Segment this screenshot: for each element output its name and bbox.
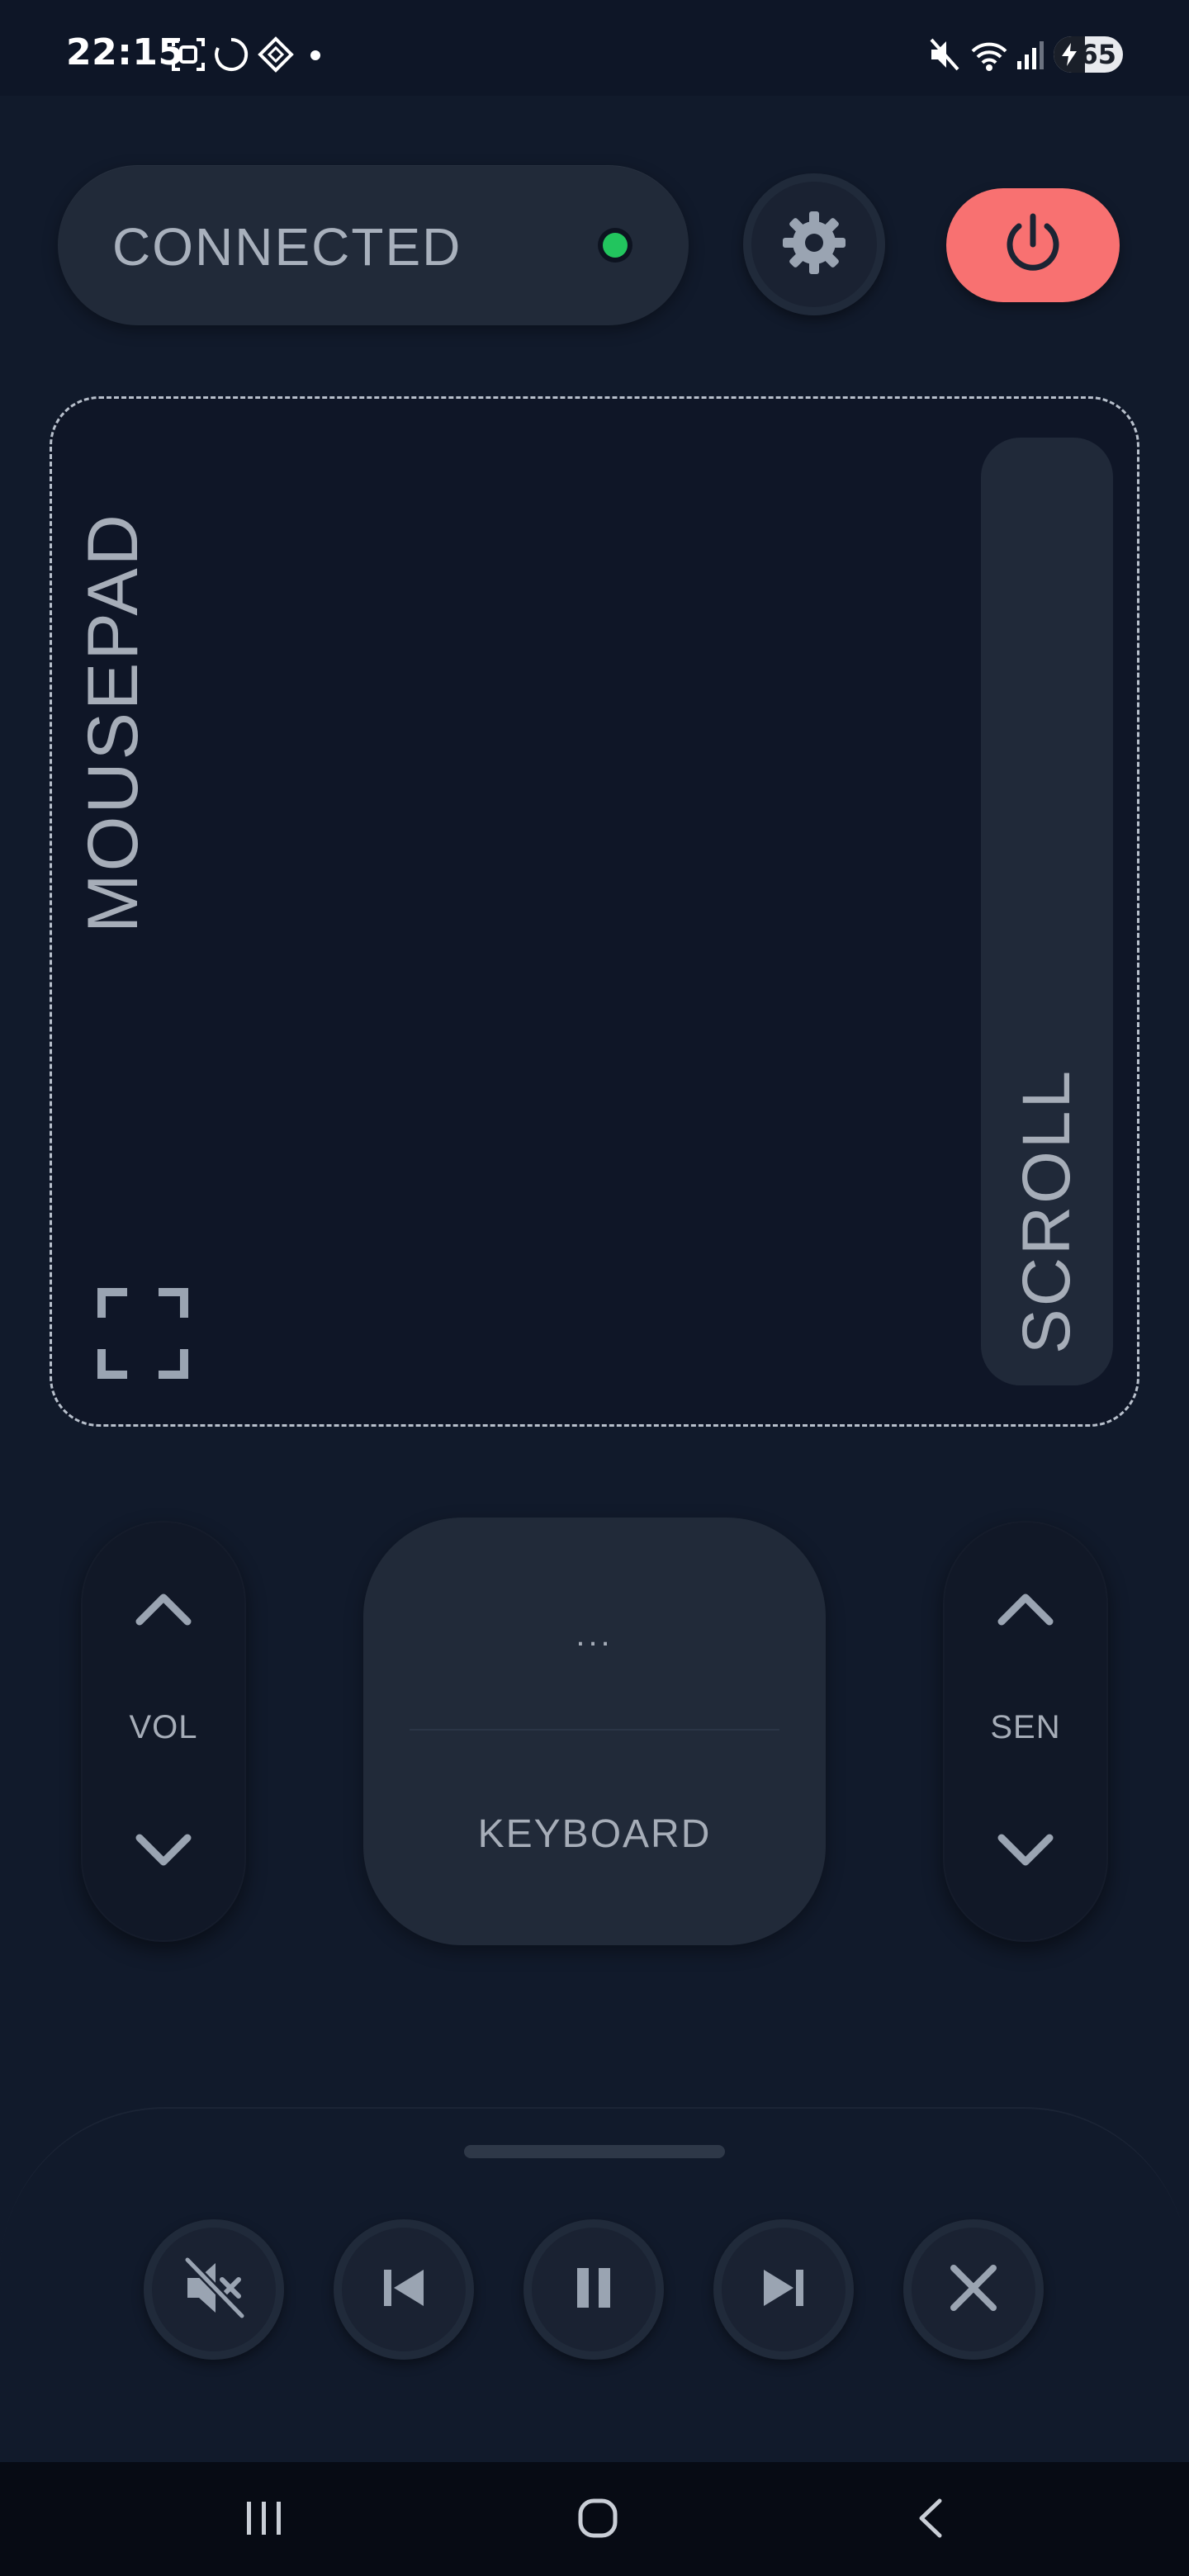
sensitivity-up-button[interactable] xyxy=(984,1569,1067,1651)
previous-track-icon xyxy=(377,2261,430,2318)
chevron-down-icon xyxy=(135,1833,192,1873)
home-icon xyxy=(577,2498,618,2543)
volume-rocker: VOL xyxy=(81,1521,246,1942)
close-button[interactable] xyxy=(903,2219,1044,2360)
keyboard-preview-text: ... xyxy=(576,1617,613,1653)
connection-status-pill[interactable]: CONNECTED xyxy=(58,165,689,325)
power-icon xyxy=(999,210,1067,282)
battery-icon: 65 xyxy=(1054,36,1123,73)
connection-status-label: CONNECTED xyxy=(112,217,462,277)
settings-button[interactable] xyxy=(743,173,885,315)
battery-level: 65 xyxy=(1079,39,1116,70)
home-button[interactable] xyxy=(565,2487,631,2553)
next-track-icon xyxy=(757,2261,810,2318)
back-icon xyxy=(913,2498,946,2543)
notification-dot-icon xyxy=(310,50,320,64)
previous-track-button[interactable] xyxy=(334,2219,474,2360)
next-track-button[interactable] xyxy=(713,2219,854,2360)
recents-icon xyxy=(244,2500,285,2540)
remote-control-screen: 22:15 65 CONNECTED MOUSEPAD SCROLL VOL .… xyxy=(0,0,1189,2576)
system-navigation-bar xyxy=(0,2462,1189,2576)
screenshot-icon xyxy=(170,36,206,77)
media-controls-sheet xyxy=(0,2107,1189,2464)
scroll-label: SCROLL xyxy=(1009,1068,1084,1354)
status-time: 22:15 xyxy=(66,31,184,73)
volume-up-button[interactable] xyxy=(122,1569,205,1651)
mute-icon xyxy=(928,36,961,77)
fullscreen-icon[interactable] xyxy=(96,1286,190,1383)
signal-icon xyxy=(1016,36,1045,77)
connection-indicator-dot xyxy=(598,228,632,263)
pause-icon xyxy=(567,2261,620,2318)
mute-icon xyxy=(181,2255,247,2325)
mute-button[interactable] xyxy=(144,2219,284,2360)
pause-button[interactable] xyxy=(523,2219,664,2360)
gear-icon xyxy=(779,208,849,282)
mousepad-label: MOUSEPAD xyxy=(73,512,153,933)
mousepad-area[interactable] xyxy=(50,396,1139,1427)
volume-label: VOL xyxy=(129,1709,198,1745)
sync-circle-icon xyxy=(213,36,249,77)
sensitivity-rocker: SEN xyxy=(943,1521,1108,1942)
chevron-up-icon xyxy=(135,1590,192,1631)
keyboard-button[interactable]: ... KEYBOARD xyxy=(363,1518,826,1945)
close-icon xyxy=(947,2261,1000,2318)
sheet-drag-handle[interactable] xyxy=(464,2145,725,2158)
volume-down-button[interactable] xyxy=(122,1811,205,1894)
sensitivity-down-button[interactable] xyxy=(984,1811,1067,1894)
keyboard-label: KEYBOARD xyxy=(477,1812,712,1856)
status-bar: 22:15 65 xyxy=(0,0,1189,96)
recents-button[interactable] xyxy=(231,2487,297,2553)
sensitivity-label: SEN xyxy=(990,1709,1061,1745)
keyboard-divider xyxy=(410,1729,779,1731)
chevron-down-icon xyxy=(997,1833,1054,1873)
chevron-up-icon xyxy=(997,1590,1054,1631)
wifi-icon xyxy=(969,36,1009,77)
power-button[interactable] xyxy=(946,188,1120,302)
back-button[interactable] xyxy=(897,2487,963,2553)
app-diamond-icon xyxy=(258,36,294,77)
